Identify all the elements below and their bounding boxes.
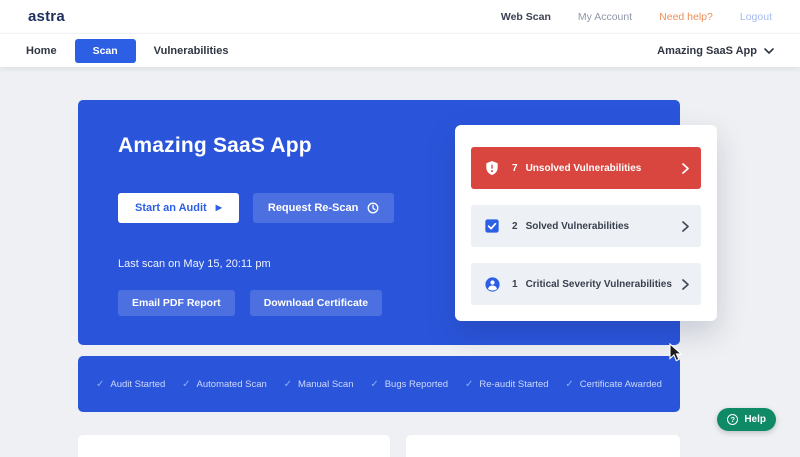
- solved-count: 2: [512, 220, 518, 232]
- tab-home[interactable]: Home: [26, 45, 57, 57]
- help-button[interactable]: ? Help: [717, 408, 776, 431]
- download-certificate-label: Download Certificate: [263, 297, 369, 309]
- progress-step-label: Automated Scan: [196, 378, 267, 390]
- check-icon: ✓: [370, 378, 379, 390]
- progress-step-reaudit-started: ✓ Re-audit Started: [465, 379, 549, 390]
- nav-my-account[interactable]: My Account: [578, 11, 632, 23]
- progress-step-label: Bugs Reported: [384, 378, 449, 390]
- app-window: astra Web Scan My Account Need help? Log…: [0, 0, 800, 457]
- top-nav: Web Scan My Account Need help? Logout: [501, 11, 772, 23]
- question-circle-icon: ?: [727, 414, 739, 425]
- progress-step-label: Re-audit Started: [479, 378, 549, 390]
- clock-icon: [367, 202, 379, 214]
- check-icon: ✓: [283, 378, 293, 390]
- bottom-card-left: [78, 435, 390, 457]
- request-rescan-label: Request Re-Scan: [267, 202, 359, 214]
- hero-secondary-actions: Email PDF Report Download Certificate: [118, 290, 383, 316]
- help-button-label: Help: [744, 414, 766, 425]
- chevron-right-icon: [682, 278, 689, 290]
- checkbox-checked-icon: [483, 217, 501, 235]
- progress-step-manual-scan: ✓ Manual Scan: [284, 379, 354, 390]
- start-audit-button[interactable]: Start an Audit ▶: [118, 193, 239, 223]
- shield-alert-icon: [483, 159, 501, 177]
- unsolved-count: 7: [512, 162, 518, 174]
- tab-scan[interactable]: Scan: [74, 38, 136, 63]
- nav-web-scan[interactable]: Web Scan: [501, 11, 551, 23]
- chevron-right-icon: [682, 220, 689, 232]
- unsolved-label: Unsolved Vulnerabilities: [525, 162, 642, 174]
- critical-vulnerabilities-row[interactable]: 1 Critical Severity Vulnerabilities: [471, 263, 701, 305]
- chevron-right-icon: [682, 162, 689, 174]
- progress-step-label: Certificate Awarded: [579, 378, 662, 390]
- progress-step-automated-scan: ✓ Automated Scan: [182, 379, 267, 390]
- start-audit-label: Start an Audit: [135, 202, 207, 214]
- progress-step-label: Manual Scan: [298, 378, 354, 390]
- request-rescan-button[interactable]: Request Re-Scan: [252, 193, 395, 223]
- last-scan-text: Last scan on May 15, 20:11 pm: [118, 258, 271, 270]
- page-title: Amazing SaaS App: [118, 134, 312, 157]
- download-certificate-button[interactable]: Download Certificate: [249, 290, 383, 316]
- top-header: astra Web Scan My Account Need help? Log…: [0, 0, 800, 33]
- check-icon: ✓: [96, 378, 105, 390]
- progress-step-label: Audit Started: [110, 378, 166, 390]
- play-icon: ▶: [215, 203, 222, 212]
- progress-step-bugs-reported: ✓ Bugs Reported: [370, 379, 448, 390]
- critical-count: 1: [512, 278, 518, 290]
- bottom-card-right: [406, 435, 680, 457]
- nav-logout[interactable]: Logout: [740, 11, 772, 23]
- sub-navigation: Home Scan Vulnerabilities Amazing SaaS A…: [0, 33, 800, 67]
- user-circle-icon: [483, 275, 501, 293]
- project-selector[interactable]: Amazing SaaS App: [657, 45, 774, 57]
- solved-label: Solved Vulnerabilities: [525, 220, 630, 232]
- hero-primary-actions: Start an Audit ▶ Request Re-Scan: [118, 193, 395, 223]
- check-icon: ✓: [464, 378, 474, 390]
- unsolved-vulnerabilities-row[interactable]: 7 Unsolved Vulnerabilities: [471, 147, 701, 189]
- project-name: Amazing SaaS App: [657, 44, 757, 57]
- solved-vulnerabilities-row[interactable]: 2 Solved Vulnerabilities: [471, 205, 701, 247]
- astra-logo[interactable]: astra: [28, 8, 65, 25]
- check-icon: ✓: [565, 378, 574, 390]
- audit-progress-bar: ✓ Audit Started ✓ Automated Scan ✓ Manua…: [78, 356, 680, 412]
- email-pdf-report-label: Email PDF Report: [132, 297, 221, 309]
- progress-step-audit-started: ✓ Audit Started: [96, 379, 165, 390]
- progress-step-certificate-awarded: ✓ Certificate Awarded: [565, 379, 662, 390]
- tab-vulnerabilities[interactable]: Vulnerabilities: [154, 45, 229, 57]
- chevron-down-icon: [764, 47, 774, 54]
- critical-label: Critical Severity Vulnerabilities: [525, 278, 672, 290]
- check-icon: ✓: [182, 378, 191, 390]
- email-pdf-report-button[interactable]: Email PDF Report: [118, 290, 235, 316]
- nav-need-help[interactable]: Need help?: [659, 11, 713, 23]
- vulnerability-summary-panel: 7 Unsolved Vulnerabilities 2 Solved Vuln…: [455, 125, 717, 321]
